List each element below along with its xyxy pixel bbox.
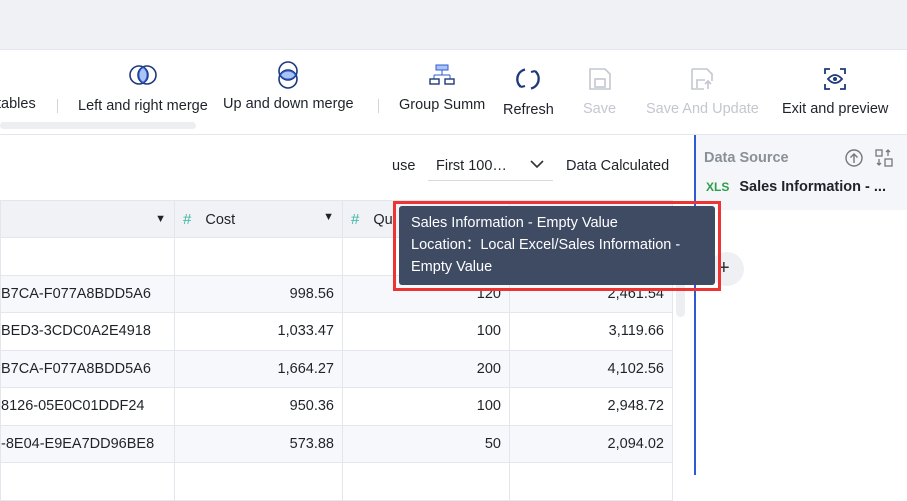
save-icon xyxy=(588,68,611,90)
toolbar-scrollbar[interactable] xyxy=(0,122,196,129)
preview-eye-icon xyxy=(824,68,847,90)
save-and-update-label: Save And Update xyxy=(646,101,759,117)
save-update-icon xyxy=(691,68,714,90)
chevron-down-icon xyxy=(530,160,544,169)
table-row: 8126-05E0C01DDF24 950.36 100 2,948.72 xyxy=(0,387,673,426)
data-calculated-label: Data Calculated xyxy=(566,158,670,174)
use-label: use xyxy=(392,158,416,174)
data-source-item[interactable]: XLS Sales Information - ... xyxy=(706,179,886,195)
number-type-icon: # xyxy=(351,210,360,228)
up-down-merge-label: Up and down merge xyxy=(223,96,354,112)
up-down-merge-button[interactable]: Up and down merge xyxy=(223,61,354,112)
column-header[interactable]: ▼ xyxy=(0,200,175,238)
excel-icon: XLS xyxy=(706,180,730,194)
refresh-label: Refresh xyxy=(503,102,554,118)
table-row: BED3-3CDC0A2E4918 1,033.47 100 3,119.66 xyxy=(0,312,673,351)
save-and-update-button[interactable]: Save And Update xyxy=(646,67,759,117)
sort-caret-icon[interactable]: ▼ xyxy=(323,211,334,223)
left-right-merge-icon xyxy=(129,65,157,85)
switch-source-icon[interactable] xyxy=(874,148,894,168)
save-button[interactable]: Save xyxy=(583,67,616,117)
sort-caret-icon[interactable]: ▼ xyxy=(155,213,166,225)
tables-label: tables xyxy=(0,96,36,112)
upload-history-icon[interactable] xyxy=(844,148,864,168)
data-source-title: Data Source xyxy=(704,150,789,166)
table-row xyxy=(0,462,673,501)
refresh-icon xyxy=(516,68,541,90)
row-limit-value: First 100… xyxy=(436,158,507,174)
left-right-merge-button[interactable]: Left and right merge xyxy=(78,62,208,114)
divider xyxy=(378,99,379,113)
group-summary-button[interactable]: Group Summ xyxy=(399,64,485,113)
exit-preview-label: Exit and preview xyxy=(782,101,889,117)
column-header-cost[interactable]: # Cost ▼ xyxy=(174,200,343,238)
divider xyxy=(57,99,58,113)
group-summary-icon xyxy=(429,64,455,85)
row-limit-select[interactable]: First 100… xyxy=(428,150,553,181)
exit-preview-button[interactable]: Exit and preview xyxy=(782,67,888,117)
highlight-box xyxy=(393,201,721,291)
left-right-merge-label: Left and right merge xyxy=(78,98,208,114)
table-row: B7CA-F077A8BDD5A6 1,664.27 200 4,102.56 xyxy=(0,349,673,388)
data-source-panel: Data Source XLS Sales Information - ... xyxy=(694,135,907,475)
refresh-button[interactable]: Refresh xyxy=(503,66,554,118)
table-row: -8E04-E9EA7DD96BE8 573.88 50 2,094.02 xyxy=(0,424,673,463)
save-label: Save xyxy=(583,101,617,117)
tables-button[interactable]: tables xyxy=(0,96,36,112)
group-summary-label: Group Summ xyxy=(399,97,485,113)
number-type-icon: # xyxy=(183,210,192,228)
up-down-merge-icon xyxy=(278,61,299,89)
top-bar xyxy=(0,0,907,50)
